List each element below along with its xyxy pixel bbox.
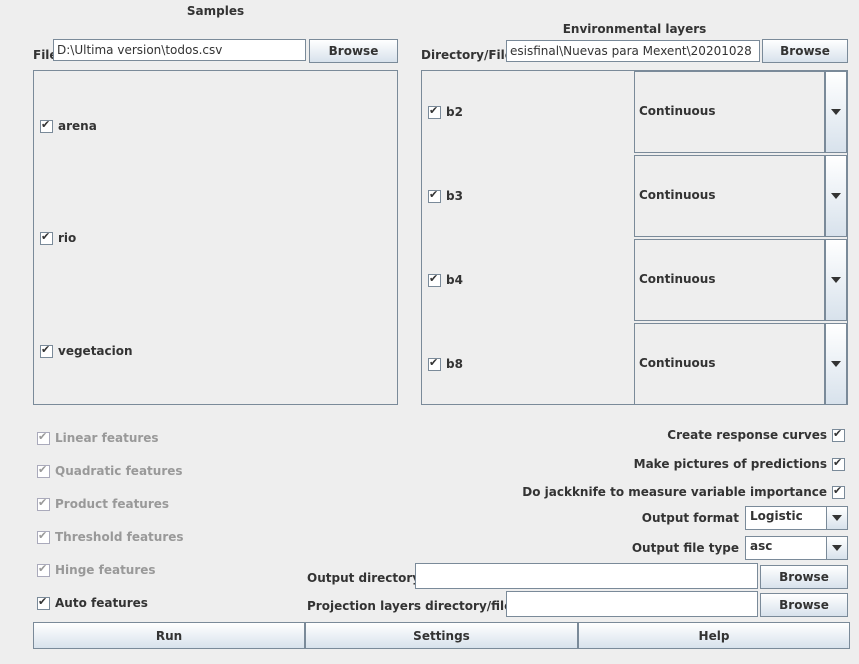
pictures-option[interactable]: Make pictures of predictions: [634, 456, 845, 471]
auto-features-checkbox[interactable]: Auto features: [37, 595, 148, 610]
checkbox-icon[interactable]: [428, 104, 441, 119]
output-file-type-label: Output file type: [631, 541, 739, 555]
samples-browse-button[interactable]: Browse: [309, 39, 398, 63]
env-heading: Environmental layers: [562, 22, 707, 36]
layer-type-cell[interactable]: Continuous: [634, 155, 825, 237]
species-item-arena[interactable]: arena: [40, 118, 97, 133]
layer-type-dropdown[interactable]: [825, 155, 847, 237]
projection-layers-input[interactable]: [506, 591, 758, 617]
directory-file-label: Directory/File: [421, 48, 513, 62]
checkbox-icon[interactable]: [428, 272, 441, 287]
output-directory-input[interactable]: [415, 563, 758, 589]
quadratic-features-checkbox[interactable]: Quadratic features: [37, 463, 183, 478]
projection-layers-label: Projection layers directory/file: [307, 599, 513, 613]
output-browse-button[interactable]: Browse: [760, 565, 848, 589]
layer-type-cell[interactable]: Continuous: [634, 239, 825, 321]
layer-item-b4[interactable]: b4: [428, 272, 463, 287]
species-list: arena rio vegetacion: [33, 70, 398, 405]
checkbox-icon[interactable]: [37, 496, 50, 511]
output-format-select[interactable]: Logistic: [745, 506, 848, 530]
layer-item-b8[interactable]: b8: [428, 356, 463, 371]
checkbox-icon[interactable]: [832, 456, 845, 471]
run-button[interactable]: Run: [33, 622, 305, 649]
env-browse-button[interactable]: Browse: [762, 39, 848, 63]
checkbox-icon[interactable]: [428, 188, 441, 203]
output-format-label: Output format: [641, 511, 739, 525]
chevron-down-icon: [831, 277, 841, 283]
projection-browse-button[interactable]: Browse: [760, 593, 848, 617]
checkbox-icon[interactable]: [428, 356, 441, 371]
layer-type-dropdown[interactable]: [825, 323, 847, 405]
layer-type-dropdown[interactable]: [825, 239, 847, 321]
checkbox-icon[interactable]: [40, 230, 53, 245]
linear-features-checkbox[interactable]: Linear features: [37, 430, 159, 445]
species-item-vegetacion[interactable]: vegetacion: [40, 343, 133, 358]
checkbox-icon[interactable]: [832, 484, 845, 499]
hinge-features-checkbox[interactable]: Hinge features: [37, 562, 156, 577]
species-item-rio[interactable]: rio: [40, 230, 76, 245]
chevron-down-icon: [831, 109, 841, 115]
layer-type-cell[interactable]: Continuous: [634, 323, 825, 405]
checkbox-icon[interactable]: [832, 427, 845, 442]
product-features-checkbox[interactable]: Product features: [37, 496, 169, 511]
checkbox-icon[interactable]: [40, 343, 53, 358]
samples-file-input[interactable]: D:\Ultima version\todos.csv: [53, 39, 306, 61]
threshold-features-checkbox[interactable]: Threshold features: [37, 529, 184, 544]
env-directory-input[interactable]: esisfinal\Nuevas para Mexent\20201028: [506, 40, 760, 62]
checkbox-icon[interactable]: [40, 118, 53, 133]
chevron-down-icon: [832, 545, 842, 551]
layer-item-b2[interactable]: b2: [428, 104, 463, 119]
layer-type-cell[interactable]: Continuous: [634, 71, 825, 153]
checkbox-icon[interactable]: [37, 430, 50, 445]
layer-type-dropdown[interactable]: [825, 71, 847, 153]
chevron-down-icon: [832, 515, 842, 521]
checkbox-icon[interactable]: [37, 529, 50, 544]
layers-table: b2 Continuous b3 Continuous b4 Continuou…: [421, 70, 848, 405]
checkbox-icon[interactable]: [37, 463, 50, 478]
samples-heading: Samples: [186, 4, 245, 18]
checkbox-icon[interactable]: [37, 595, 50, 610]
jackknife-option[interactable]: Do jackknife to measure variable importa…: [522, 484, 845, 499]
output-directory-label: Output directory: [307, 571, 421, 585]
checkbox-icon[interactable]: [37, 562, 50, 577]
settings-button[interactable]: Settings: [305, 622, 578, 649]
chevron-down-icon: [831, 193, 841, 199]
help-button[interactable]: Help: [578, 622, 850, 649]
output-file-type-select[interactable]: asc: [745, 536, 848, 560]
chevron-down-icon: [831, 361, 841, 367]
response-curves-option[interactable]: Create response curves: [667, 427, 845, 442]
layer-item-b3[interactable]: b3: [428, 188, 463, 203]
